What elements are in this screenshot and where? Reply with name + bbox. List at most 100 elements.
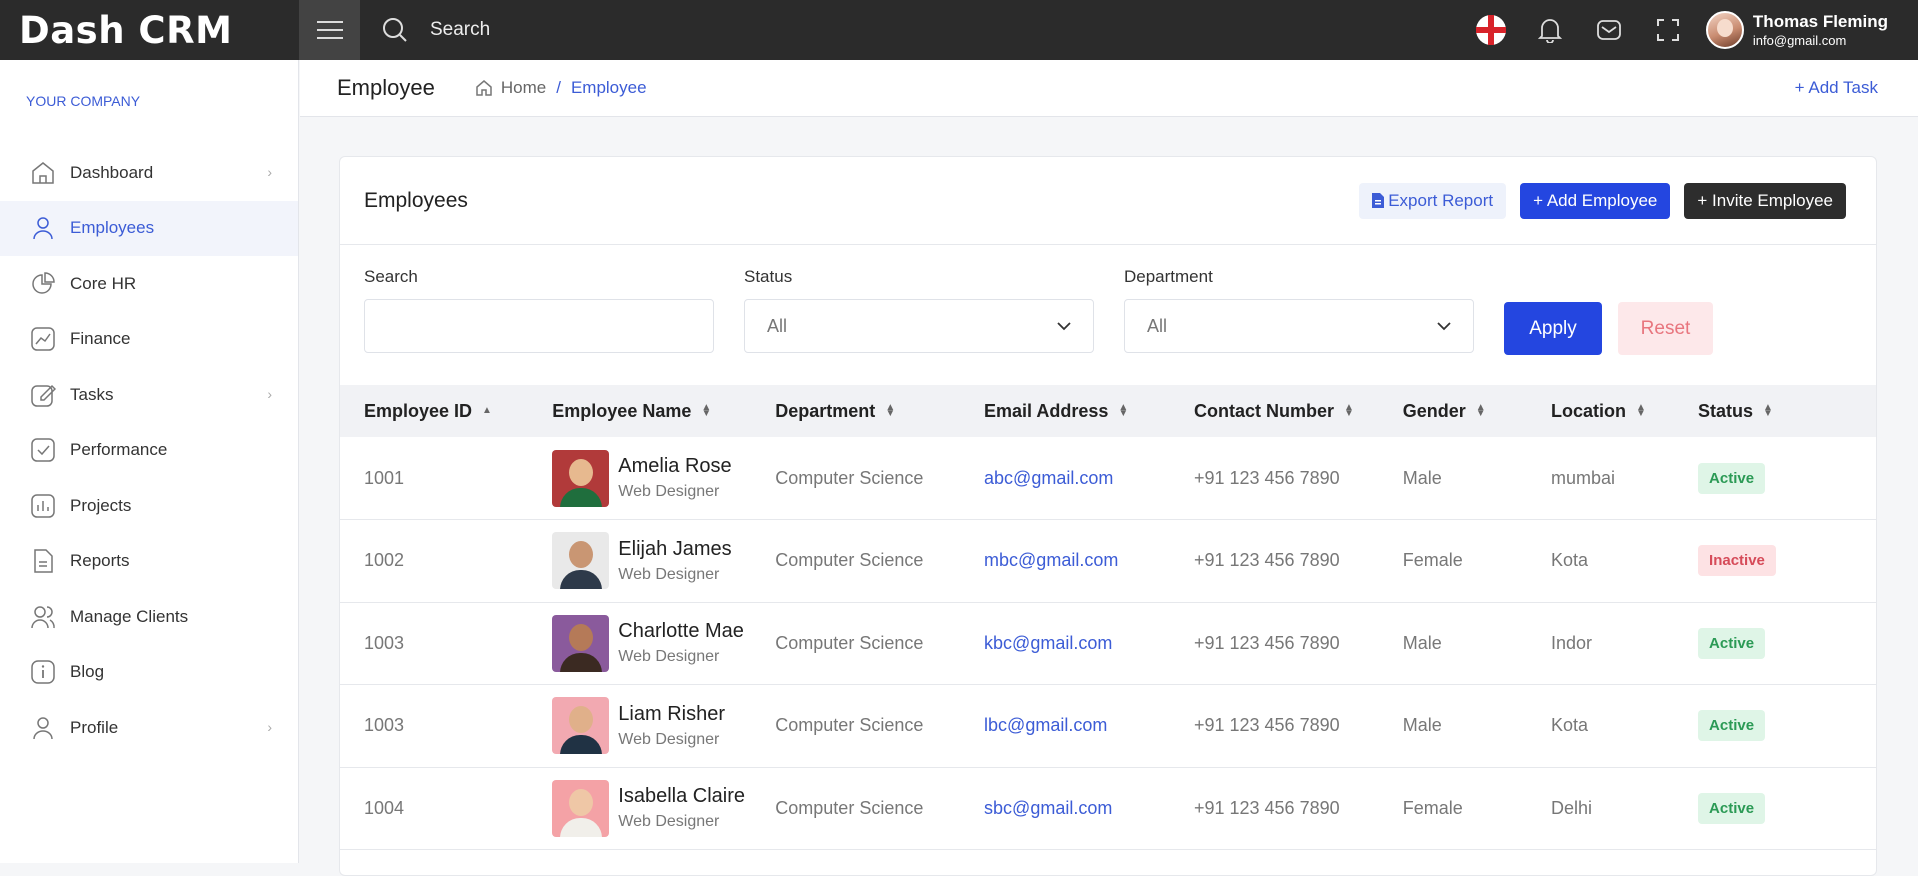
sidebar-item-performance[interactable]: Performance [0, 423, 298, 479]
sidebar-item-dashboard[interactable]: Dashboard › [0, 145, 298, 201]
employee-photo [552, 449, 610, 507]
app-logo[interactable]: Dash CRM [0, 0, 299, 60]
status-badge: Active [1698, 792, 1766, 824]
employee-email[interactable]: kbc@gmail.com [984, 602, 1194, 685]
employee-photo [552, 614, 610, 672]
employee-location: Indor [1550, 632, 1592, 653]
employee-gender: Female [1402, 550, 1463, 571]
employee-contact: +91 123 456 7890 [1193, 797, 1340, 818]
table-row[interactable]: 1002 Elijah James Web Designer Computer Sci… [340, 520, 1876, 603]
employee-status-cell: Active [1698, 767, 1876, 850]
sidebar-item-projects[interactable]: Projects [0, 478, 298, 534]
department-filter-label: Department [1124, 267, 1213, 286]
department-select[interactable]: All [1124, 299, 1474, 353]
employee-name-cell: Charlotte Mae Web Designer [552, 602, 775, 685]
search-filter-input[interactable] [364, 299, 714, 353]
sidebar-item-manage-clients[interactable]: Manage Clients [0, 589, 298, 645]
top-bar: Dash CRM Search Thomas Fleming info@gmai… [0, 0, 1918, 60]
employee-contact: +91 123 456 7890 [1193, 550, 1340, 571]
employees-card: Employees Export Report + Add Employee +… [339, 156, 1877, 876]
add-task-link[interactable]: + Add Task [1795, 78, 1878, 98]
employee-id: 1003 [364, 715, 405, 736]
card-header: Employees Export Report + Add Employee +… [340, 157, 1876, 245]
chevron-down-icon [1057, 321, 1071, 330]
sort-ascending-icon: ▲ [482, 405, 492, 416]
status-badge: Inactive [1698, 545, 1776, 577]
employee-email[interactable]: sbc@gmail.com [984, 767, 1194, 850]
table-body: 1001 Amelia Rose Web Designer Computer Scie… [340, 437, 1876, 850]
global-search[interactable]: Search [382, 17, 490, 43]
table-row[interactable]: 1004 Isabella Claire Web Designer Computer … [340, 767, 1876, 850]
sidebar-item-reports[interactable]: Reports [0, 534, 298, 590]
sidebar-item-label: Performance [70, 440, 168, 460]
employee-status-cell: Active [1698, 602, 1876, 685]
search-icon [383, 18, 407, 42]
sidebar-item-employees[interactable]: Employees [0, 200, 298, 256]
bell-icon [1538, 19, 1563, 43]
column-header-contact-number[interactable]: Contact Number ▲ ▼ [1194, 385, 1403, 437]
sidebar-item-tasks[interactable]: Tasks › [0, 367, 298, 423]
employee-contact: +91 123 456 7890 [1193, 467, 1340, 488]
sidebar-item-label: Dashboard [70, 162, 154, 182]
add-employee-button[interactable]: + Add Employee [1520, 182, 1671, 219]
column-header-status[interactable]: Status ▲ ▼ [1698, 385, 1876, 437]
apply-button[interactable]: Apply [1504, 302, 1602, 355]
status-badge: Active [1698, 710, 1766, 742]
employee-location: Delhi [1550, 797, 1592, 818]
sidebar-item-core-hr[interactable]: Core HR [0, 256, 298, 312]
search-filter-label: Search [364, 267, 418, 286]
employee-name[interactable]: Amelia Rose [618, 455, 731, 478]
page-header: Employee Home / Employee + Add Task [300, 60, 1918, 117]
column-header-gender[interactable]: Gender ▲ ▼ [1403, 385, 1551, 437]
menu-toggle-button[interactable] [299, 0, 360, 60]
column-header-email-address[interactable]: Email Address ▲ ▼ [984, 385, 1194, 437]
employee-department: Computer Science [775, 467, 924, 488]
hamburger-icon [316, 21, 343, 39]
table-header-row: Employee ID ▲ Employee Name ▲ ▼ Department ▲ ▼ E… [340, 385, 1876, 437]
employee-id: 1002 [364, 550, 405, 571]
column-header-label: Gender [1402, 400, 1466, 421]
fullscreen-button[interactable] [1639, 0, 1698, 60]
column-header-label: Email Address [984, 400, 1109, 421]
status-select[interactable]: All [744, 299, 1094, 353]
sidebar-item-finance[interactable]: Finance [0, 312, 298, 368]
employee-name-cell: Liam Risher Web Designer [552, 685, 775, 768]
home-icon [476, 80, 492, 96]
employee-name[interactable]: Liam Risher [618, 703, 725, 726]
employee-name[interactable]: Charlotte Mae [618, 620, 744, 643]
column-header-employee-name[interactable]: Employee Name ▲ ▼ [552, 385, 775, 437]
sidebar-item-label: Core HR [70, 273, 137, 293]
sidebar-item-blog[interactable]: Blog [0, 645, 298, 701]
table-row[interactable]: 1003 Liam Risher Web Designer Computer Scie… [340, 685, 1876, 768]
employee-name[interactable]: Elijah James [618, 538, 731, 561]
employee-contact: +91 123 456 7890 [1193, 715, 1340, 736]
table-row[interactable]: 1003 Charlotte Mae Web Designer Computer Sc… [340, 602, 1876, 685]
employee-email[interactable]: mbc@gmail.com [984, 520, 1194, 603]
employee-photo [552, 532, 610, 590]
invite-employee-button[interactable]: + Invite Employee [1684, 182, 1846, 219]
column-header-department[interactable]: Department ▲ ▼ [775, 385, 984, 437]
reset-button[interactable]: Reset [1618, 302, 1713, 355]
filters: Search Status All Department All Apply R… [340, 245, 1876, 385]
employee-email[interactable]: lbc@gmail.com [984, 685, 1194, 768]
column-header-location[interactable]: Location ▲ ▼ [1551, 385, 1698, 437]
messages-button[interactable] [1580, 0, 1639, 60]
employees-table: Employee ID ▲ Employee Name ▲ ▼ Department ▲ ▼ E… [340, 385, 1876, 850]
notifications-button[interactable] [1521, 0, 1580, 60]
chevron-down-icon [1437, 321, 1451, 330]
table-row[interactable]: 1001 Amelia Rose Web Designer Computer Scie… [340, 437, 1876, 520]
sort-icon: ▲ ▼ [1118, 402, 1129, 419]
employee-status-cell: Active [1698, 437, 1876, 520]
employee-name[interactable]: Isabella Claire [618, 785, 745, 808]
user-menu[interactable]: Thomas Fleming info@gmail.com [1705, 11, 1888, 49]
export-report-button[interactable]: Export Report [1359, 182, 1507, 219]
sidebar-item-profile[interactable]: Profile › [0, 700, 298, 756]
sort-icon: ▲ ▼ [701, 402, 712, 419]
breadcrumb-home[interactable]: Home [501, 78, 546, 98]
sort-icon: ▲ ▼ [1635, 402, 1646, 419]
column-header-employee-id[interactable]: Employee ID ▲ [340, 385, 552, 437]
employee-name-cell: Amelia Rose Web Designer [552, 437, 775, 520]
employee-gender: Male [1402, 632, 1442, 653]
language-flag-button[interactable] [1462, 0, 1521, 60]
employee-email[interactable]: abc@gmail.com [984, 437, 1194, 520]
